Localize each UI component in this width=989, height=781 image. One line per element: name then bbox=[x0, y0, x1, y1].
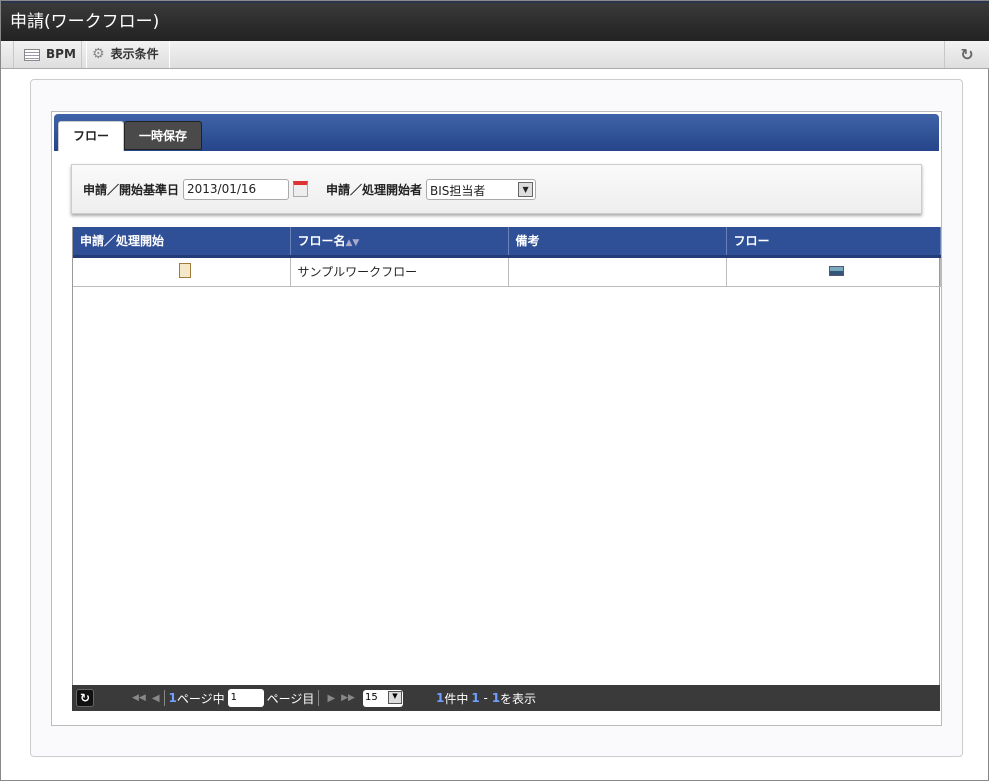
note-cell bbox=[508, 256, 727, 287]
tab-flow[interactable]: フロー bbox=[58, 121, 125, 151]
bpm-button[interactable]: BPM bbox=[13, 41, 87, 68]
col-flow-name[interactable]: フロー名▲▼ bbox=[290, 227, 509, 258]
range-from: 1 bbox=[471, 691, 480, 705]
calendar-icon[interactable] bbox=[293, 181, 309, 197]
date-label: 申請／開始基準日 bbox=[83, 182, 180, 197]
tab-temporary-save[interactable]: 一時保存 bbox=[124, 121, 203, 150]
total-label: 件中 bbox=[444, 691, 469, 706]
prev-page-icon[interactable]: ◀ bbox=[152, 693, 160, 704]
col-flow-name-label: フロー名 bbox=[297, 234, 346, 249]
user-select-value: BIS担当者 bbox=[430, 183, 486, 198]
list-icon bbox=[24, 48, 40, 61]
range-dash: - bbox=[479, 691, 492, 705]
range-to: 1 bbox=[491, 691, 501, 705]
flow-name-cell: サンプルワークフロー bbox=[290, 256, 509, 287]
display-label: を表示 bbox=[500, 691, 537, 706]
col-flow[interactable]: フロー bbox=[726, 227, 941, 258]
bpm-label: BPM bbox=[46, 47, 76, 61]
display-conditions-button[interactable]: ⚙ 表示条件 bbox=[81, 41, 170, 68]
user-select[interactable]: BIS担当者 ▼ bbox=[426, 178, 537, 200]
flow-grid: 申請／処理開始 フロー名▲▼ 備考 フロー サンプルワークフロー bbox=[72, 227, 941, 711]
chevron-down-icon: ▼ bbox=[518, 181, 534, 197]
refresh-icon: ↻ bbox=[960, 45, 974, 64]
flow-cell bbox=[726, 256, 941, 287]
image-icon[interactable] bbox=[829, 265, 845, 276]
table-header: 申請／処理開始 フロー名▲▼ 備考 フロー bbox=[73, 227, 941, 258]
sort-icon: ▲▼ bbox=[345, 238, 360, 249]
page-label: ページ目 bbox=[266, 691, 315, 706]
next-page-icon[interactable]: ▶ bbox=[327, 693, 335, 704]
reload-button[interactable]: ↻ bbox=[76, 689, 94, 707]
display-conditions-label: 表示条件 bbox=[110, 47, 159, 61]
page-input[interactable]: 1 bbox=[227, 689, 264, 707]
first-page-icon[interactable]: ◀◀ bbox=[132, 693, 146, 703]
date-input[interactable]: 2013/01/16 bbox=[183, 178, 290, 200]
clipboard-icon[interactable] bbox=[178, 262, 191, 278]
tab-bar: フロー 一時保存 bbox=[54, 114, 939, 151]
workflow-panel: フロー 一時保存 申請／開始基準日 2013/01/16 申請／処理開始者 BI… bbox=[51, 111, 942, 726]
page-size-select[interactable]: 15 ▼ bbox=[362, 689, 403, 707]
chevron-down-icon: ▼ bbox=[387, 690, 402, 704]
pager: ↻ ◀◀ ◀ 1 ページ中 1 ページ目 ▶ ▶▶ 15 ▼ 1 件中 1 - 1… bbox=[72, 685, 940, 711]
page-size-value: 15 bbox=[364, 691, 378, 703]
search-conditions: 申請／開始基準日 2013/01/16 申請／処理開始者 BIS担当者 ▼ bbox=[71, 164, 922, 214]
window-title: 申請(ワークフロー) bbox=[1, 1, 989, 41]
col-start[interactable]: 申請／処理開始 bbox=[73, 227, 291, 258]
refresh-button[interactable]: ↻ bbox=[944, 41, 989, 68]
page-of-label: ページ中 bbox=[176, 691, 225, 706]
last-page-icon[interactable]: ▶▶ bbox=[341, 693, 355, 703]
col-note[interactable]: 備考 bbox=[508, 227, 727, 258]
start-cell bbox=[73, 256, 291, 287]
table-row: サンプルワークフロー bbox=[73, 256, 941, 287]
user-label: 申請／処理開始者 bbox=[326, 182, 423, 197]
total-pages: 1 bbox=[168, 691, 177, 705]
total-count: 1 bbox=[435, 691, 445, 705]
toolbar: BPM ⚙ 表示条件 ↻ bbox=[1, 41, 989, 69]
gear-icon: ⚙ bbox=[92, 46, 105, 62]
